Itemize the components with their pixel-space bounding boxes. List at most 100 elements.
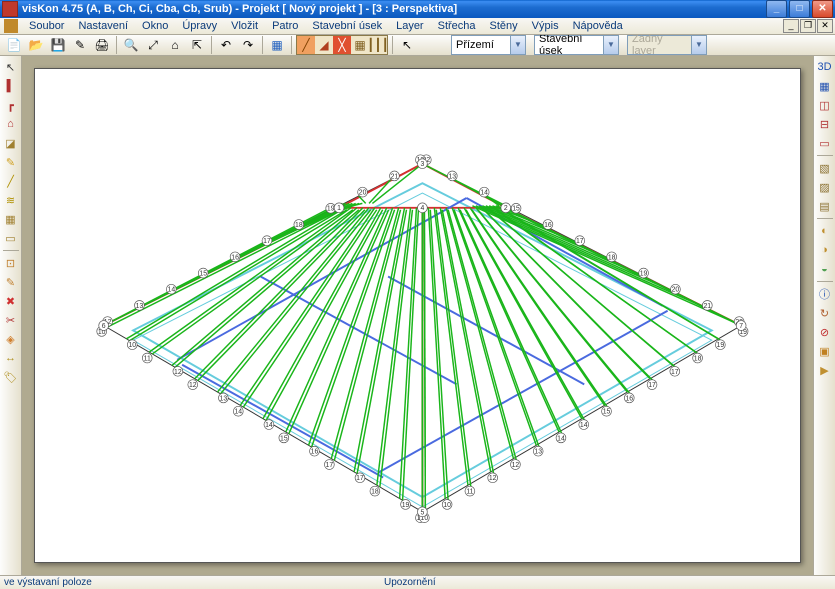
play-icon[interactable]: ▶ [816, 361, 834, 379]
main-toolbar: 📄 📂 💾 ✎ 🖨 🔍 ⤢ ⌂ ⇱ ↶ ↷ ▦ ╱ ◢ ╳ ▦ ┃┃┃ ↖ Př… [0, 35, 835, 56]
cut-icon[interactable]: ✂ [2, 311, 20, 329]
maximize-button[interactable]: □ [789, 0, 810, 18]
section-icon[interactable]: ◫ [816, 96, 834, 114]
chevron-down-icon[interactable]: ▼ [603, 36, 618, 54]
layer-combo[interactable]: Žádný layer ▼ [627, 35, 707, 55]
mode-bars-icon[interactable]: ┃┃┃ [369, 36, 387, 54]
menu-vlozit[interactable]: Vložit [224, 18, 265, 34]
svg-text:14: 14 [580, 422, 588, 429]
open-icon[interactable]: 📂 [26, 35, 46, 55]
layer2-icon[interactable]: ▨ [816, 178, 834, 196]
zoomfit-icon[interactable]: ⤢ [143, 35, 163, 55]
menu-soubor[interactable]: Soubor [22, 18, 71, 34]
measure-icon[interactable]: ↔ [2, 349, 20, 367]
grid2d-icon[interactable]: ▦ [816, 77, 834, 95]
separator [262, 36, 263, 54]
profile-icon[interactable]: ┏ [2, 96, 20, 114]
dormer-icon[interactable]: ◪ [2, 134, 20, 152]
svg-text:16: 16 [311, 449, 319, 456]
separator [3, 250, 19, 251]
svg-text:12: 12 [189, 382, 197, 389]
svg-text:15: 15 [199, 270, 207, 277]
svg-text:12: 12 [512, 462, 520, 469]
extents-icon[interactable]: ⇱ [187, 35, 207, 55]
wall-icon[interactable]: ▌ [2, 77, 20, 95]
layer1-icon[interactable]: ▧ [816, 159, 834, 177]
save-icon[interactable]: 💾 [48, 35, 68, 55]
print-icon[interactable]: 🖨 [92, 35, 112, 55]
clip-icon[interactable]: ⊡ [2, 254, 20, 272]
label-icon[interactable]: 🏷 [2, 368, 20, 386]
svg-text:13: 13 [136, 303, 144, 310]
mdi-minimize-button[interactable]: _ [783, 19, 799, 33]
menu-vypis[interactable]: Výpis [525, 18, 566, 34]
delete-icon[interactable]: ✖ [2, 292, 20, 310]
home-icon[interactable]: ⌂ [165, 35, 185, 55]
refresh-icon[interactable]: ↻ [816, 304, 834, 322]
minimize-button[interactable]: _ [766, 0, 787, 18]
mode-line-icon[interactable]: ╱ [297, 36, 315, 54]
layer3-icon[interactable]: ▤ [816, 197, 834, 215]
section-combo[interactable]: Stavební úsek ▼ [534, 35, 619, 55]
shade1-icon[interactable]: ◐ [816, 222, 834, 240]
line-icon[interactable]: ╱ [2, 172, 20, 190]
chevron-down-icon[interactable]: ▼ [510, 36, 525, 54]
menu-steny[interactable]: Stěny [483, 18, 525, 34]
svg-text:6: 6 [102, 323, 106, 330]
menu-stavebni-usek[interactable]: Stavební úsek [305, 18, 389, 34]
menubar: Soubor Nastavení Okno Úpravy Vložit Patr… [0, 18, 835, 35]
info-icon[interactable]: ⓘ [816, 285, 834, 303]
window-controls: _ □ ✕ [766, 0, 833, 18]
mode-cross-icon[interactable]: ╳ [333, 36, 351, 54]
svg-text:16: 16 [544, 222, 552, 229]
separator [291, 36, 292, 54]
zoom-icon[interactable]: 🔍 [121, 35, 141, 55]
align-icon[interactable]: ≋ [2, 191, 20, 209]
svg-text:3: 3 [420, 161, 424, 168]
svg-text:16: 16 [231, 254, 239, 261]
separator [392, 36, 393, 54]
mdi-close-button[interactable]: ✕ [817, 19, 833, 33]
elevation-icon[interactable]: ⊟ [816, 115, 834, 133]
highlight-icon[interactable]: ▣ [816, 342, 834, 360]
menu-napoveda[interactable]: Nápověda [566, 18, 630, 34]
chevron-down-icon[interactable]: ▼ [691, 36, 706, 54]
grid-icon[interactable]: ▦ [2, 210, 20, 228]
separator [817, 218, 833, 219]
menu-upravy[interactable]: Úpravy [175, 18, 224, 34]
floor-combo[interactable]: Přízemí ▼ [451, 35, 526, 55]
menu-okno[interactable]: Okno [135, 18, 175, 34]
svg-text:18: 18 [608, 254, 616, 261]
plan-icon[interactable]: ▭ [816, 134, 834, 152]
note-icon[interactable]: ✎ [2, 273, 20, 291]
cursor-icon[interactable]: ↖ [2, 58, 20, 76]
separator [211, 36, 212, 54]
plank-icon[interactable]: ▭ [2, 229, 20, 247]
menu-strecha[interactable]: Střecha [431, 18, 483, 34]
blockview-icon[interactable]: ▦ [267, 35, 287, 55]
tag-icon[interactable]: ◈ [2, 330, 20, 348]
redo-icon[interactable]: ↷ [238, 35, 258, 55]
menu-patro[interactable]: Patro [265, 18, 305, 34]
cursor-tool-icon[interactable]: ↖ [397, 35, 417, 55]
close-button[interactable]: ✕ [812, 0, 833, 18]
view3d-icon[interactable]: 3D [816, 58, 834, 76]
edit-icon[interactable]: ✎ [2, 153, 20, 171]
house-icon[interactable]: ⌂ [2, 115, 20, 133]
svg-text:19: 19 [402, 502, 410, 509]
stop-icon[interactable]: ⊘ [816, 323, 834, 341]
new-icon[interactable]: 📄 [4, 35, 24, 55]
menu-nastaveni[interactable]: Nastavení [71, 18, 135, 34]
svg-text:17: 17 [671, 369, 679, 376]
drawing-canvas[interactable]: 1010111212131414151617171819191010111212… [34, 68, 801, 563]
mdi-restore-button[interactable]: ❐ [800, 19, 816, 33]
svg-text:17: 17 [648, 382, 656, 389]
menu-layer[interactable]: Layer [389, 18, 431, 34]
roof-perspective: 1010111212131414151617171819191010111212… [35, 69, 800, 562]
mode-plane-icon[interactable]: ◢ [315, 36, 333, 54]
shade3-icon[interactable]: ◒ [816, 260, 834, 278]
svg-text:17: 17 [326, 462, 334, 469]
undo-icon[interactable]: ↶ [216, 35, 236, 55]
shade2-icon[interactable]: ◑ [816, 241, 834, 259]
saveas-icon[interactable]: ✎ [70, 35, 90, 55]
